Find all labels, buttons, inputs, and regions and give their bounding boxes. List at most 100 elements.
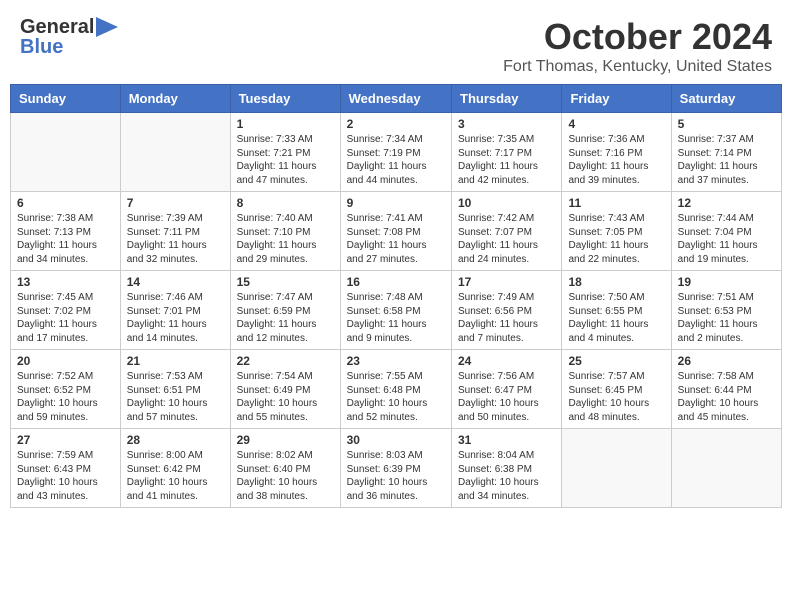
calendar-cell (11, 113, 121, 192)
day-info: Sunrise: 8:02 AM Sunset: 6:40 PM Dayligh… (237, 449, 334, 503)
header-day-friday: Friday (562, 85, 671, 113)
calendar-table: SundayMondayTuesdayWednesdayThursdayFrid… (10, 84, 782, 508)
day-info: Sunrise: 7:50 AM Sunset: 6:55 PM Dayligh… (568, 291, 664, 345)
page: General Blue October 2024 Fort Thomas, K… (0, 0, 792, 612)
header-day-saturday: Saturday (671, 85, 781, 113)
calendar-cell: 26 Sunrise: 7:58 AM Sunset: 6:44 PM Dayli… (671, 350, 781, 429)
calendar-cell (120, 113, 230, 192)
calendar-cell: 14Sunrise: 7:46 AM Sunset: 7:01 PM Dayli… (120, 271, 230, 350)
calendar-header: SundayMondayTuesdayWednesdayThursdayFrid… (11, 85, 782, 113)
day-info: Sunrise: 7:49 AM Sunset: 6:56 PM Dayligh… (458, 291, 555, 345)
day-number: 18 (568, 275, 664, 289)
calendar-cell: 22 Sunrise: 7:54 AM Sunset: 6:49 PM Dayli… (230, 350, 340, 429)
day-number: 23 (347, 354, 445, 368)
day-info: Sunrise: 7:42 AM Sunset: 7:07 PM Dayligh… (458, 212, 555, 266)
calendar-cell: 15 Sunrise: 7:47 AM Sunset: 6:59 PM Dayli… (230, 271, 340, 350)
calendar-cell: 9Sunrise: 7:41 AM Sunset: 7:08 PM Daylig… (340, 192, 451, 271)
day-number: 4 (568, 117, 664, 131)
calendar-cell: 12 Sunrise: 7:44 AM Sunset: 7:04 PM Dayli… (671, 192, 781, 271)
calendar-cell: 20 Sunrise: 7:52 AM Sunset: 6:52 PM Dayli… (11, 350, 121, 429)
logo-blue: Blue (20, 36, 63, 58)
header-day-tuesday: Tuesday (230, 85, 340, 113)
day-info: Sunrise: 7:56 AM Sunset: 6:47 PM Dayligh… (458, 370, 555, 424)
day-number: 21 (127, 354, 224, 368)
day-info: Sunrise: 7:52 AM Sunset: 6:52 PM Dayligh… (17, 370, 114, 424)
day-number: 24 (458, 354, 555, 368)
day-number: 29 (237, 433, 334, 447)
day-info: Sunrise: 7:55 AM Sunset: 6:48 PM Dayligh… (347, 370, 445, 424)
calendar-body: 1Sunrise: 7:33 AM Sunset: 7:21 PM Daylig… (11, 113, 782, 508)
day-number: 22 (237, 354, 334, 368)
calendar-cell: 19Sunrise: 7:51 AM Sunset: 6:53 PM Dayli… (671, 271, 781, 350)
day-info: Sunrise: 7:47 AM Sunset: 6:59 PM Dayligh… (237, 291, 334, 345)
day-info: Sunrise: 7:59 AM Sunset: 6:43 PM Dayligh… (17, 449, 114, 503)
day-number: 17 (458, 275, 555, 289)
day-info: Sunrise: 7:33 AM Sunset: 7:21 PM Dayligh… (237, 133, 334, 187)
day-info: Sunrise: 7:38 AM Sunset: 7:13 PM Dayligh… (17, 212, 114, 266)
week-row-5: 27Sunrise: 7:59 AM Sunset: 6:43 PM Dayli… (11, 429, 782, 508)
header: General Blue October 2024 Fort Thomas, K… (0, 0, 792, 84)
day-info: Sunrise: 8:04 AM Sunset: 6:38 PM Dayligh… (458, 449, 555, 503)
day-number: 26 (678, 354, 775, 368)
day-info: Sunrise: 7:45 AM Sunset: 7:02 PM Dayligh… (17, 291, 114, 345)
calendar-cell: 13 Sunrise: 7:45 AM Sunset: 7:02 PM Dayli… (11, 271, 121, 350)
day-number: 19 (678, 275, 775, 289)
day-number: 31 (458, 433, 555, 447)
day-info: Sunrise: 7:37 AM Sunset: 7:14 PM Dayligh… (678, 133, 775, 187)
calendar-cell: 25 Sunrise: 7:57 AM Sunset: 6:45 PM Dayli… (562, 350, 671, 429)
calendar-cell: 24 Sunrise: 7:56 AM Sunset: 6:47 PM Dayli… (452, 350, 562, 429)
day-number: 25 (568, 354, 664, 368)
calendar-cell: 16 Sunrise: 7:48 AM Sunset: 6:58 PM Dayli… (340, 271, 451, 350)
day-info: Sunrise: 7:43 AM Sunset: 7:05 PM Dayligh… (568, 212, 664, 266)
day-number: 20 (17, 354, 114, 368)
calendar-cell: 27Sunrise: 7:59 AM Sunset: 6:43 PM Dayli… (11, 429, 121, 508)
calendar-cell: 4 Sunrise: 7:36 AM Sunset: 7:16 PM Daylig… (562, 113, 671, 192)
day-number: 7 (127, 196, 224, 210)
day-info: Sunrise: 8:03 AM Sunset: 6:39 PM Dayligh… (347, 449, 445, 503)
calendar-cell: 21 Sunrise: 7:53 AM Sunset: 6:51 PM Dayli… (120, 350, 230, 429)
calendar-cell: 23 Sunrise: 7:55 AM Sunset: 6:48 PM Dayli… (340, 350, 451, 429)
day-info: Sunrise: 7:36 AM Sunset: 7:16 PM Dayligh… (568, 133, 664, 187)
day-info: Sunrise: 7:58 AM Sunset: 6:44 PM Dayligh… (678, 370, 775, 424)
day-info: Sunrise: 7:39 AM Sunset: 7:11 PM Dayligh… (127, 212, 224, 266)
calendar-cell: 3 Sunrise: 7:35 AM Sunset: 7:17 PM Daylig… (452, 113, 562, 192)
day-info: Sunrise: 7:54 AM Sunset: 6:49 PM Dayligh… (237, 370, 334, 424)
day-info: Sunrise: 7:57 AM Sunset: 6:45 PM Dayligh… (568, 370, 664, 424)
day-info: Sunrise: 7:35 AM Sunset: 7:17 PM Dayligh… (458, 133, 555, 187)
calendar-cell (562, 429, 671, 508)
logo: General Blue (20, 16, 118, 58)
calendar-cell: 11Sunrise: 7:43 AM Sunset: 7:05 PM Dayli… (562, 192, 671, 271)
calendar-cell: 17 Sunrise: 7:49 AM Sunset: 6:56 PM Dayli… (452, 271, 562, 350)
calendar-cell: 6Sunrise: 7:38 AM Sunset: 7:13 PM Daylig… (11, 192, 121, 271)
calendar-wrapper: SundayMondayTuesdayWednesdayThursdayFrid… (0, 84, 792, 518)
header-day-monday: Monday (120, 85, 230, 113)
page-title: October 2024 (503, 16, 772, 58)
day-info: Sunrise: 7:44 AM Sunset: 7:04 PM Dayligh… (678, 212, 775, 266)
header-day-sunday: Sunday (11, 85, 121, 113)
week-row-1: 1Sunrise: 7:33 AM Sunset: 7:21 PM Daylig… (11, 113, 782, 192)
day-number: 9 (347, 196, 445, 210)
calendar-cell: 28Sunrise: 8:00 AM Sunset: 6:42 PM Dayli… (120, 429, 230, 508)
logo-general: General (20, 16, 94, 38)
week-row-2: 6Sunrise: 7:38 AM Sunset: 7:13 PM Daylig… (11, 192, 782, 271)
header-row: SundayMondayTuesdayWednesdayThursdayFrid… (11, 85, 782, 113)
day-number: 10 (458, 196, 555, 210)
day-number: 2 (347, 117, 445, 131)
day-info: Sunrise: 7:40 AM Sunset: 7:10 PM Dayligh… (237, 212, 334, 266)
calendar-cell: 7 Sunrise: 7:39 AM Sunset: 7:11 PM Daylig… (120, 192, 230, 271)
day-info: Sunrise: 7:34 AM Sunset: 7:19 PM Dayligh… (347, 133, 445, 187)
day-number: 15 (237, 275, 334, 289)
header-day-wednesday: Wednesday (340, 85, 451, 113)
calendar-cell: 8Sunrise: 7:40 AM Sunset: 7:10 PM Daylig… (230, 192, 340, 271)
day-number: 30 (347, 433, 445, 447)
logo-arrow-icon (96, 17, 118, 37)
day-number: 13 (17, 275, 114, 289)
day-number: 3 (458, 117, 555, 131)
day-info: Sunrise: 7:53 AM Sunset: 6:51 PM Dayligh… (127, 370, 224, 424)
calendar-cell: 1Sunrise: 7:33 AM Sunset: 7:21 PM Daylig… (230, 113, 340, 192)
day-number: 12 (678, 196, 775, 210)
day-number: 16 (347, 275, 445, 289)
day-info: Sunrise: 8:00 AM Sunset: 6:42 PM Dayligh… (127, 449, 224, 503)
day-info: Sunrise: 7:48 AM Sunset: 6:58 PM Dayligh… (347, 291, 445, 345)
calendar-cell: 2 Sunrise: 7:34 AM Sunset: 7:19 PM Daylig… (340, 113, 451, 192)
